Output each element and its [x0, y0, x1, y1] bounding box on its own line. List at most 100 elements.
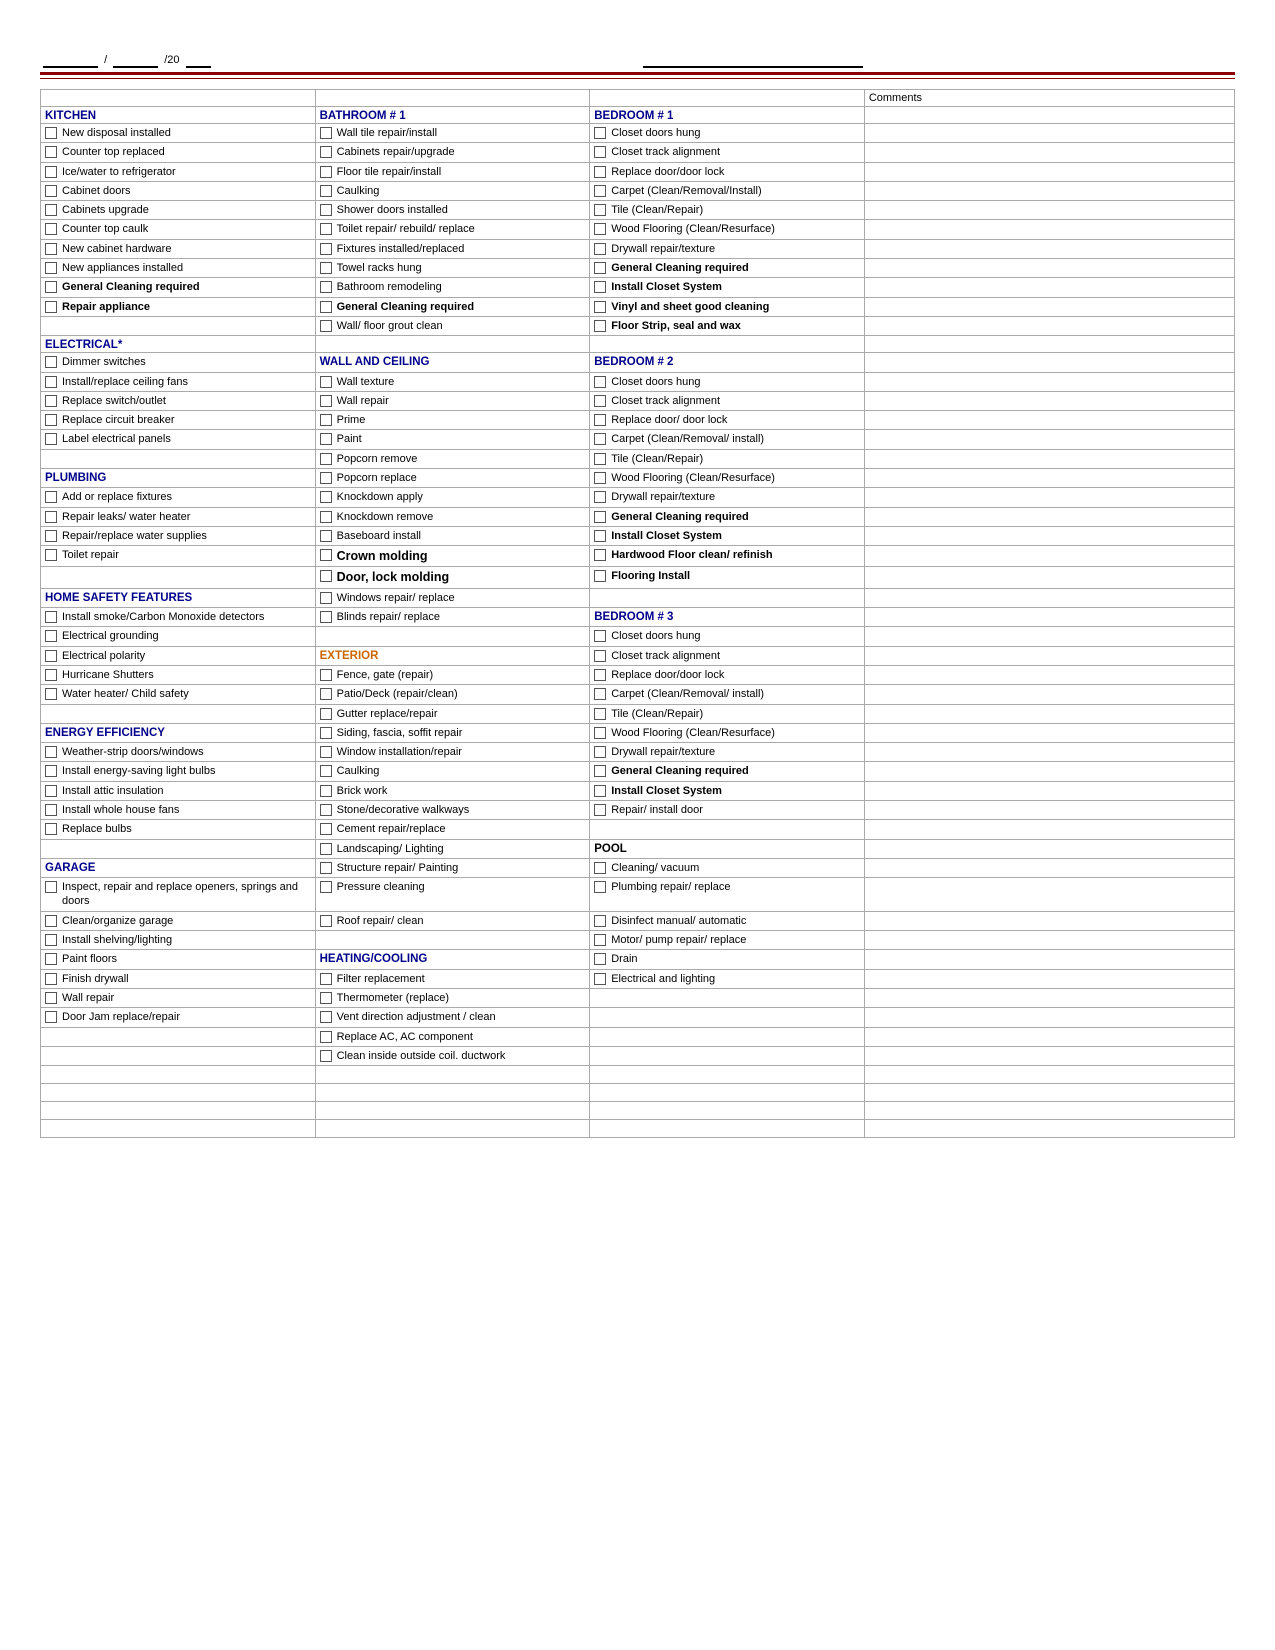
checkbox[interactable]	[320, 570, 332, 582]
checkbox[interactable]	[594, 669, 606, 681]
date-field3[interactable]	[186, 54, 211, 68]
comments-cell[interactable]	[864, 665, 1234, 684]
comments-cell[interactable]	[864, 259, 1234, 278]
comments-cell[interactable]	[864, 1008, 1234, 1027]
checkbox[interactable]	[320, 414, 332, 426]
comments-cell[interactable]	[864, 336, 1234, 353]
checkbox[interactable]	[45, 433, 57, 445]
checkbox[interactable]	[594, 395, 606, 407]
checkbox[interactable]	[320, 433, 332, 445]
comments-cell[interactable]	[864, 950, 1234, 969]
checkbox[interactable]	[320, 243, 332, 255]
checkbox[interactable]	[45, 688, 57, 700]
checkbox[interactable]	[320, 973, 332, 985]
checkbox[interactable]	[594, 881, 606, 893]
checkbox[interactable]	[320, 166, 332, 178]
checkbox[interactable]	[45, 630, 57, 642]
comments-cell[interactable]	[864, 278, 1234, 297]
checkbox[interactable]	[45, 281, 57, 293]
comments-cell[interactable]	[864, 488, 1234, 507]
checkbox[interactable]	[45, 992, 57, 1004]
comments-cell[interactable]	[864, 839, 1234, 858]
checkbox[interactable]	[320, 843, 332, 855]
checkbox[interactable]	[594, 549, 606, 561]
checkbox[interactable]	[320, 1011, 332, 1023]
checkbox[interactable]	[594, 746, 606, 758]
checkbox[interactable]	[320, 395, 332, 407]
comments-cell[interactable]	[864, 372, 1234, 391]
checkbox[interactable]	[594, 376, 606, 388]
comments-cell[interactable]	[864, 162, 1234, 181]
checkbox[interactable]	[45, 549, 57, 561]
checkbox[interactable]	[594, 146, 606, 158]
checkbox[interactable]	[45, 414, 57, 426]
checkbox[interactable]	[594, 414, 606, 426]
checkbox[interactable]	[320, 453, 332, 465]
comments-cell[interactable]	[864, 878, 1234, 912]
comments-cell[interactable]	[864, 743, 1234, 762]
checkbox[interactable]	[594, 127, 606, 139]
checkbox[interactable]	[594, 433, 606, 445]
comments-cell[interactable]	[864, 181, 1234, 200]
comments-cell[interactable]	[864, 239, 1234, 258]
checkbox[interactable]	[594, 243, 606, 255]
comments-cell[interactable]	[864, 858, 1234, 877]
checkbox[interactable]	[45, 953, 57, 965]
checkbox[interactable]	[45, 881, 57, 893]
comments-cell[interactable]	[864, 685, 1234, 704]
checkbox[interactable]	[45, 243, 57, 255]
checkbox[interactable]	[320, 204, 332, 216]
checkbox[interactable]	[45, 785, 57, 797]
comments-cell[interactable]	[864, 316, 1234, 335]
checkbox[interactable]	[320, 727, 332, 739]
checkbox[interactable]	[45, 376, 57, 388]
comments-cell[interactable]	[864, 449, 1234, 468]
checkbox[interactable]	[45, 223, 57, 235]
checkbox[interactable]	[45, 204, 57, 216]
checkbox[interactable]	[320, 823, 332, 835]
comments-cell[interactable]	[864, 391, 1234, 410]
comments-cell[interactable]	[864, 124, 1234, 143]
checkbox[interactable]	[45, 934, 57, 946]
checkbox[interactable]	[45, 530, 57, 542]
checkbox[interactable]	[594, 953, 606, 965]
checkbox[interactable]	[320, 127, 332, 139]
checkbox[interactable]	[320, 549, 332, 561]
checkbox[interactable]	[45, 650, 57, 662]
checkbox[interactable]	[320, 185, 332, 197]
checkbox[interactable]	[594, 204, 606, 216]
checkbox[interactable]	[320, 281, 332, 293]
comments-cell[interactable]	[864, 507, 1234, 526]
checkbox[interactable]	[320, 915, 332, 927]
comments-cell[interactable]	[864, 469, 1234, 488]
checkbox[interactable]	[594, 570, 606, 582]
checkbox[interactable]	[594, 301, 606, 313]
comments-cell[interactable]	[864, 911, 1234, 930]
checkbox[interactable]	[594, 281, 606, 293]
checkbox[interactable]	[320, 785, 332, 797]
checkbox[interactable]	[594, 530, 606, 542]
checkbox[interactable]	[45, 765, 57, 777]
checkbox[interactable]	[45, 166, 57, 178]
checkbox[interactable]	[594, 491, 606, 503]
checkbox[interactable]	[594, 915, 606, 927]
checkbox[interactable]	[45, 127, 57, 139]
checkbox[interactable]	[320, 1050, 332, 1062]
comments-cell[interactable]	[864, 353, 1234, 372]
checkbox[interactable]	[45, 611, 57, 623]
comments-cell[interactable]	[864, 430, 1234, 449]
comments-cell[interactable]	[864, 820, 1234, 839]
checkbox[interactable]	[594, 973, 606, 985]
checkbox[interactable]	[45, 669, 57, 681]
checkbox[interactable]	[594, 804, 606, 816]
comments-cell[interactable]	[864, 588, 1234, 607]
checkbox[interactable]	[45, 804, 57, 816]
checkbox[interactable]	[45, 395, 57, 407]
comments-cell[interactable]	[864, 567, 1234, 588]
checkbox[interactable]	[320, 262, 332, 274]
comments-cell[interactable]	[864, 781, 1234, 800]
checkbox[interactable]	[320, 708, 332, 720]
checkbox[interactable]	[45, 1011, 57, 1023]
checkbox[interactable]	[320, 376, 332, 388]
checkbox[interactable]	[45, 185, 57, 197]
